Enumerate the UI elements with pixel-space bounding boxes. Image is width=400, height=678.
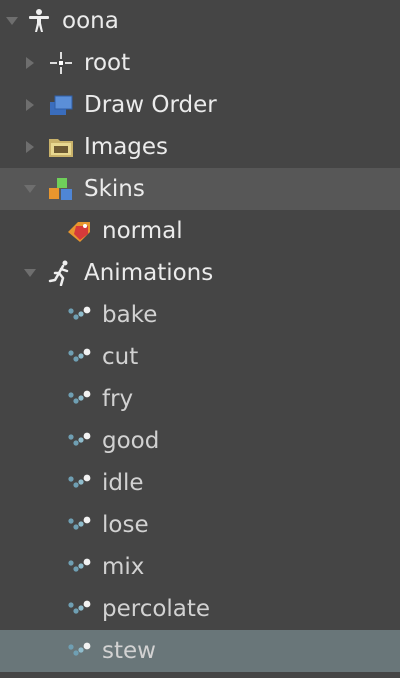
tree-node-animation-stew[interactable]: stew	[0, 630, 400, 672]
skins-blocks-icon	[49, 178, 72, 200]
tree-node-animation-cut[interactable]: cut	[0, 336, 400, 378]
tree-label-draw-order: Draw Order	[84, 92, 217, 118]
outline-tree: oona root Draw Order Images Skins normal…	[0, 0, 400, 678]
tree-label-oona: oona	[62, 8, 119, 34]
animation-dots-icon	[68, 306, 91, 320]
folder-icon	[49, 139, 73, 157]
animation-dots-icon	[68, 474, 91, 488]
tree-label-root: root	[84, 50, 131, 76]
tree-node-animation-idle[interactable]: idle	[0, 462, 400, 504]
tree-label-animation: lose	[102, 512, 149, 538]
tree-node-animation-lose[interactable]: lose	[0, 504, 400, 546]
animation-dots-icon	[68, 516, 91, 530]
tree-node-root[interactable]: root	[0, 42, 400, 84]
draw-order-icon	[50, 95, 73, 115]
tree-node-oona[interactable]: oona	[0, 0, 400, 42]
expand-arrow-icon[interactable]	[6, 17, 18, 25]
tree-label-animation: bake	[102, 302, 158, 328]
tree-node-skins[interactable]: Skins	[0, 168, 400, 210]
tree-node-normal[interactable]: normal	[0, 210, 400, 252]
tree-label-animations: Animations	[84, 260, 214, 286]
tree-label-animation: fry	[102, 386, 134, 412]
animation-dots-icon	[68, 432, 91, 446]
animation-dots-icon	[68, 390, 91, 404]
expand-arrow-icon[interactable]	[24, 269, 36, 277]
tree-node-animation-mix[interactable]: mix	[0, 546, 400, 588]
tree-label-animation: good	[102, 428, 160, 454]
tree-node-animation-percolate[interactable]: percolate	[0, 588, 400, 630]
animation-dots-icon	[68, 642, 91, 656]
tree-label-animation: stew	[102, 638, 156, 664]
tree-label-animation: idle	[102, 470, 144, 496]
animations-list: bake cut fry good idle lose mix percolate stew	[0, 294, 400, 672]
expand-arrow-icon[interactable]	[26, 141, 34, 153]
tree-node-animations[interactable]: Animations	[0, 252, 400, 294]
expand-arrow-icon[interactable]	[26, 57, 34, 69]
animation-dots-icon	[68, 558, 91, 572]
bone-crosshair-icon	[50, 52, 72, 74]
expand-arrow-icon[interactable]	[24, 185, 36, 193]
tree-node-images[interactable]: Images	[0, 126, 400, 168]
tree-node-animation-good[interactable]: good	[0, 420, 400, 462]
expand-arrow-icon[interactable]	[26, 99, 34, 111]
skeleton-figure-icon	[29, 9, 49, 32]
tree-node-draw-order[interactable]: Draw Order	[0, 84, 400, 126]
animation-dots-icon	[68, 600, 91, 614]
tree-label-normal: normal	[102, 218, 183, 244]
tree-node-animation-bake[interactable]: bake	[0, 294, 400, 336]
tree-label-animation: percolate	[102, 596, 211, 622]
tree-label-animation: mix	[102, 554, 145, 580]
tree-node-animation-fry[interactable]: fry	[0, 378, 400, 420]
tree-label-animation: cut	[102, 344, 139, 370]
tree-label-skins: Skins	[84, 176, 145, 202]
skin-tag-icon	[68, 222, 90, 242]
running-figure-icon	[48, 260, 69, 286]
animation-dots-icon	[68, 348, 91, 362]
tree-label-images: Images	[84, 134, 169, 160]
